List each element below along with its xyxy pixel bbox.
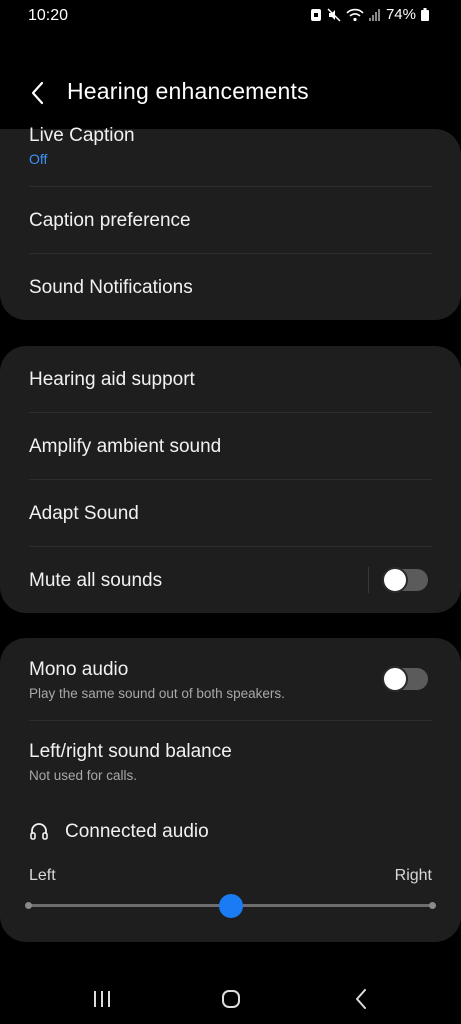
balance-left-label: Left [29,867,56,884]
sound-notifications-item[interactable]: Sound Notifications [0,254,461,320]
hearing-aid-support-item[interactable]: Hearing aid support [0,346,461,412]
battery-text: 74% [385,6,416,23]
nav-back-button[interactable] [341,984,381,1014]
signal-icon [368,8,381,22]
settings-group-audio: Mono audio Play the same sound out of bo… [0,638,461,942]
hearing-aid-support-label: Hearing aid support [29,369,195,390]
sound-balance-item: Left/right sound balance Not used for ca… [0,721,461,801]
live-caption-item[interactable]: Live Caption Off [0,125,461,187]
recents-button[interactable] [82,984,122,1014]
home-button[interactable] [211,984,251,1014]
live-caption-value: Off [29,151,48,167]
battery-icon [421,8,429,21]
live-caption-label: Live Caption [29,125,135,146]
status-bar: 10:20 74% [0,0,461,34]
wifi-icon [346,8,364,22]
sound-notifications-label: Sound Notifications [29,277,193,298]
caption-preference-label: Caption preference [29,210,191,231]
page-title: Hearing enhancements [67,78,309,104]
sound-balance-description: Not used for calls. [29,768,138,783]
mute-icon [327,7,341,22]
status-icons: 74% [310,6,429,23]
settings-group-hearing: Hearing aid support Amplify ambient soun… [0,346,461,613]
mono-audio-label: Mono audio [29,659,129,680]
app-bar: Hearing enhancements [0,70,461,114]
mono-audio-description: Play the same sound out of both speakers… [29,686,285,701]
connected-audio-row: Connected audio [0,816,461,852]
toggle-knob [382,666,408,692]
amplify-ambient-sound-label: Amplify ambient sound [29,436,222,457]
mute-all-sounds-toggle[interactable] [382,567,428,593]
mute-all-sounds-label: Mute all sounds [29,570,163,591]
adapt-sound-item[interactable]: Adapt Sound [0,480,461,546]
caption-preference-item[interactable]: Caption preference [0,187,461,253]
notification-icon [310,8,322,22]
settings-group-captions: Live Caption Off Caption preference Soun… [0,125,461,320]
toggle-knob [382,567,408,593]
adapt-sound-label: Adapt Sound [29,503,139,524]
mono-audio-item[interactable]: Mono audio Play the same sound out of bo… [0,638,461,720]
mute-all-sounds-item[interactable]: Mute all sounds [0,547,461,613]
back-button[interactable] [22,78,52,108]
slider-left-end [25,902,32,909]
balance-slider-thumb[interactable] [218,894,243,918]
headphones-icon [29,821,49,846]
navigation-bar [0,964,461,1024]
slider-right-end [429,902,436,909]
home-icon [222,990,240,1008]
status-time: 10:20 [28,7,69,24]
back-arrow-icon [31,81,44,105]
recents-icon [94,991,110,1007]
nav-back-icon [356,989,366,1009]
balance-right-label: Right [394,867,432,884]
toggle-separator [368,567,369,593]
amplify-ambient-sound-item[interactable]: Amplify ambient sound [0,413,461,479]
sound-balance-label: Left/right sound balance [29,741,232,762]
mono-audio-toggle[interactable] [382,666,428,692]
connected-audio-label: Connected audio [65,821,209,842]
